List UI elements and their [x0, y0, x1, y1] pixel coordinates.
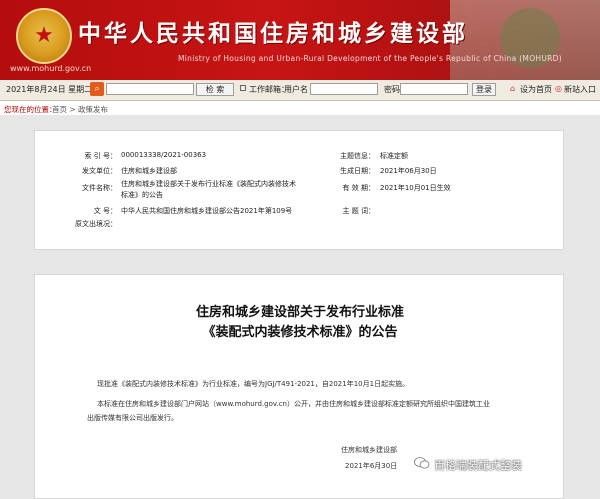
search-button[interactable]: 检 索 — [196, 83, 234, 96]
index-value: 000013338/2021-00363 — [121, 151, 207, 159]
date-value: 2021年06月30日 — [380, 167, 437, 175]
doc-paragraph-1: 现批准《装配式内装修技术标准》为行业标准，编号为JGJ/T491-2021，自2… — [97, 380, 410, 388]
doc-title-line2: 《装配式内装修技术标准》的公告 — [202, 325, 398, 340]
index-label: 索 引 号： — [84, 152, 117, 160]
top-toolbar: 2021年8月24日 星期二 ⌕ 检 索 工作邮箱： 用户名 密码 登录 ⌂ 设… — [0, 80, 600, 101]
breadcrumb-path[interactable]: 首页 > 政策发布 — [52, 104, 108, 115]
docname-value-line2: 标准》的公告 — [121, 191, 163, 199]
mail-icon — [240, 85, 246, 91]
site-title: 中华人民共和国住房和城乡建设部 — [78, 20, 468, 47]
set-homepage-link[interactable]: 设为首页 — [520, 84, 552, 95]
wechat-icon — [414, 457, 430, 469]
valid-label: 有 效 期： — [342, 184, 375, 192]
docno-value: 中华人民共和国住房和城乡建设部公告2021年第109号 — [121, 207, 293, 215]
search-icon[interactable]: ⌕ — [90, 82, 104, 96]
entry-icon: ◎ — [555, 84, 562, 93]
date-label: 生成日期： — [340, 167, 375, 175]
password-input[interactable] — [400, 83, 468, 95]
doc-paragraph-2a: 本标准在住房和城乡建设部门户网站（www.mohurd.gov.cn）公开，并由… — [97, 400, 490, 408]
topic-label: 主题信息： — [340, 152, 375, 160]
site-subtitle: Ministry of Housing and Urban-Rural Deve… — [178, 54, 562, 63]
docno-label: 文 号： — [93, 207, 117, 215]
password-label: 密码 — [384, 85, 400, 94]
docname-label: 文件名称： — [82, 184, 117, 192]
valid-value: 2021年10月01日生效 — [380, 184, 451, 192]
current-date: 2021年8月24日 星期二 — [6, 85, 93, 94]
issuer-value: 住房和城乡建设部 — [121, 167, 177, 175]
topic-value: 标准定额 — [380, 152, 408, 160]
doc-paragraph-2b: 出版传媒有限公司出版发行。 — [87, 414, 178, 422]
site-banner: ★ www.mohurd.gov.cn 中华人民共和国住房和城乡建设部 Mini… — [0, 0, 600, 80]
breadcrumb: 您现在的位置： 首页 > 政策发布 — [0, 101, 600, 115]
breadcrumb-label: 您现在的位置： — [4, 105, 57, 114]
new-site-link[interactable]: 新站入口 — [564, 84, 596, 95]
username-input[interactable] — [310, 83, 378, 95]
document-info-card: 索 引 号： 000013338/2021-00363 发文单位： 住房和城乡建… — [34, 130, 564, 250]
national-emblem-icon: ★ — [16, 8, 72, 64]
docname-value-line1: 住房和城乡建设部关于发布行业标准《装配式内装修技术 — [121, 180, 296, 188]
doc-sign-date: 2021年6月30日 — [345, 462, 398, 470]
watermark-text: 百格瑞装配式整装 — [434, 459, 522, 472]
search-input[interactable] — [106, 83, 194, 95]
home-icon: ⌂ — [510, 84, 516, 93]
source-label: 原文出境况： — [75, 220, 117, 228]
doc-title-line1: 住房和城乡建设部关于发布行业标准 — [195, 305, 404, 320]
login-button[interactable]: 登录 — [472, 83, 496, 96]
mail-label: 工作邮箱： — [249, 85, 289, 94]
doc-signature: 住房和城乡建设部 — [341, 446, 397, 454]
issuer-label: 发文单位： — [82, 167, 117, 175]
username-label: 用户名 — [284, 85, 308, 94]
site-domain: www.mohurd.gov.cn — [10, 64, 92, 73]
subject-label: 主 题 词： — [342, 207, 375, 215]
